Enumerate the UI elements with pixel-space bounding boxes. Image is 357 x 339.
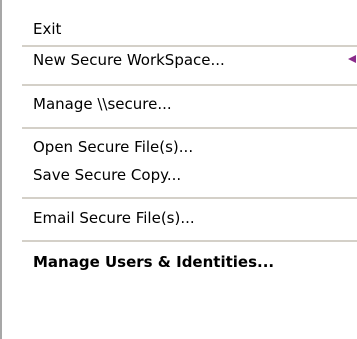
menu-item-save-secure-copy[interactable]: Save Secure Copy... bbox=[2, 163, 357, 187]
menu-item-email-secure-files-label: Email Secure File(s)... bbox=[33, 209, 195, 227]
triangle-left-icon bbox=[348, 55, 356, 63]
menu-separator bbox=[22, 45, 357, 47]
menu-item-exit[interactable]: Exit bbox=[2, 17, 357, 41]
menu-separator bbox=[22, 197, 357, 199]
menu-item-open-secure-files-label: Open Secure File(s)... bbox=[33, 138, 194, 156]
context-menu: Exit New Secure WorkSpace... Manage \\se… bbox=[0, 0, 357, 339]
menu-separator bbox=[22, 240, 357, 242]
menu-item-exit-label: Exit bbox=[33, 20, 62, 38]
menu-item-manage-users-identities[interactable]: Manage Users & Identities... bbox=[2, 250, 357, 274]
menu-item-email-secure-files[interactable]: Email Secure File(s)... bbox=[2, 206, 357, 230]
menu-item-new-secure-workspace[interactable]: New Secure WorkSpace... bbox=[2, 48, 357, 72]
menu-item-new-secure-workspace-label: New Secure WorkSpace... bbox=[33, 51, 225, 69]
menu-item-manage-secure-label: Manage \\secure... bbox=[33, 95, 172, 113]
menu-item-manage-users-identities-label: Manage Users & Identities... bbox=[33, 253, 275, 271]
menu-separator bbox=[22, 84, 357, 86]
menu-item-manage-secure[interactable]: Manage \\secure... bbox=[2, 92, 357, 116]
menu-item-save-secure-copy-label: Save Secure Copy... bbox=[33, 166, 182, 184]
menu-item-open-secure-files[interactable]: Open Secure File(s)... bbox=[2, 135, 357, 159]
menu-separator bbox=[22, 127, 357, 129]
